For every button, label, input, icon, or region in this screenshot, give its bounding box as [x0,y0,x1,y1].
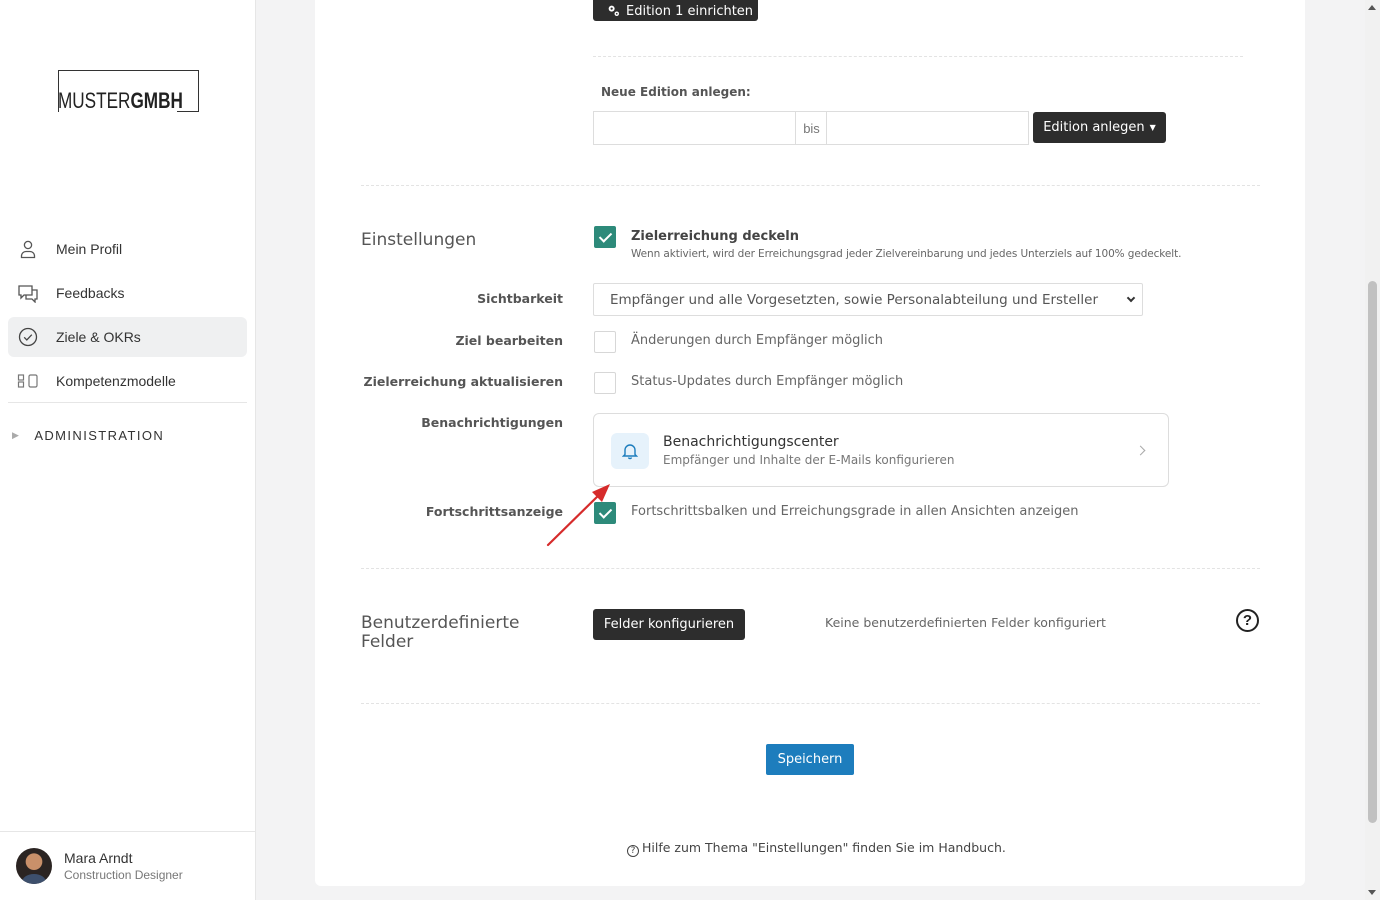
notification-center-title: Benachrichtigungscenter [663,434,839,450]
nav-item-kompetenzmodelle[interactable]: Kompetenzmodelle [8,361,247,401]
save-button[interactable]: Speichern [766,744,854,775]
create-edition-dropdown-button[interactable]: Edition anlegen ▼ [1033,112,1166,143]
scroll-down-icon[interactable] [1368,890,1376,895]
notification-center-card[interactable]: Benachrichtigungscenter Empfänger und In… [593,413,1169,487]
scrollbar-thumb[interactable] [1368,281,1377,823]
edit-goal-label: Ziel bearbeiten [455,333,563,348]
sidebar: MUSTERGMBH Mein Profil Feedbacks Ziele &… [0,0,256,900]
nav-item-mein-profil[interactable]: Mein Profil [8,229,247,269]
caret-right-icon: ▶ [12,430,21,440]
logo-text-bold: GMBH [130,88,183,113]
avatar [16,848,52,884]
divider [593,56,1243,57]
admin-section-toggle[interactable]: ▶ ADMINISTRATION [12,428,164,443]
logo-text-thin: MUSTER [58,88,131,113]
nav-item-feedbacks[interactable]: Feedbacks [8,273,247,313]
settings-section-title: Einstellungen [361,230,477,250]
edition-setup-button[interactable]: Edition 1 einrichten [593,0,758,21]
main-navigation: Mein Profil Feedbacks Ziele & OKRs Kompe… [8,229,247,403]
visibility-label: Sichtbarkeit [477,291,563,306]
edition-start-date-input[interactable] [593,111,796,145]
user-profile[interactable]: Mara Arndt Construction Designer [0,831,255,900]
user-role: Construction Designer [64,868,183,882]
update-progress-checkbox[interactable] [594,372,616,394]
user-name: Mara Arndt [64,850,133,866]
nav-item-label: Ziele & OKRs [56,329,141,345]
scrollbar[interactable] [1365,0,1380,900]
nav-item-label: Mein Profil [56,241,123,257]
help-circle-icon: ? [627,845,639,857]
admin-label: ADMINISTRATION [34,428,165,443]
visibility-select[interactable]: Empfänger und alle Vorgesetzten, sowie P… [593,283,1143,316]
divider [361,703,1260,704]
new-edition-label: Neue Edition anlegen: [601,85,751,99]
nav-item-label: Feedbacks [56,285,125,301]
progress-display-text: Fortschrittsbalken und Erreichungsgrade … [631,504,1079,519]
custom-fields-title-line1: Benutzerdefinierte [361,613,520,633]
cap-goal-title: Zielerreichung deckeln [631,229,800,244]
handbook-help-link[interactable]: ? Hilfe zum Thema "Einstellungen" finden … [627,840,1006,857]
custom-fields-title: Benutzerdefinierte Felder [361,614,519,652]
help-icon[interactable]: ? [1236,609,1259,632]
cap-goal-description: Wenn aktiviert, wird der Erreichungsgrad… [631,248,1182,260]
divider [361,185,1260,186]
nav-item-label: Kompetenzmodelle [56,373,176,389]
edit-goal-checkbox[interactable] [594,331,616,353]
progress-display-label: Fortschrittsanzeige [425,504,563,519]
visibility-selected-value: Empfänger und alle Vorgesetzten, sowie P… [610,291,1099,308]
competency-model-icon [16,369,40,393]
chevron-down-icon [1126,293,1136,303]
company-logo: MUSTERGMBH [58,70,199,113]
bis-addon: bis [796,111,827,145]
no-custom-fields-text: Keine benutzerdefinierten Felder konfigu… [825,615,1106,630]
caret-down-icon: ▼ [1149,123,1156,132]
bell-icon [611,433,649,469]
edition-end-date-input[interactable] [826,111,1029,145]
edition-setup-label: Edition 1 einrichten [626,4,754,19]
divider [361,568,1260,569]
gears-icon [607,4,620,17]
edit-goal-text: Änderungen durch Empfänger möglich [631,333,884,348]
notification-center-subtitle: Empfänger und Inhalte der E-Mails konfig… [663,453,955,467]
chevron-right-icon [1135,445,1146,456]
update-progress-label: Zielerreichung aktualisieren [363,374,563,389]
nav-divider [8,402,247,403]
notifications-label: Benachrichtigungen [421,415,563,430]
settings-card: Edition 1 einrichten Neue Edition anlege… [315,0,1305,886]
user-icon [16,237,40,261]
custom-fields-title-line2: Felder [361,632,414,652]
check-circle-icon [16,325,40,349]
chat-bubbles-icon [16,281,40,305]
update-progress-text: Status-Updates durch Empfänger möglich [631,374,904,389]
handbook-help-text: Hilfe zum Thema "Einstellungen" finden S… [642,840,1006,855]
cap-goal-checkbox[interactable] [594,226,616,248]
create-edition-label: Edition anlegen [1043,120,1145,135]
configure-fields-button[interactable]: Felder konfigurieren [593,609,745,640]
scroll-up-icon[interactable] [1368,5,1376,10]
progress-display-checkbox[interactable] [594,502,616,524]
nav-item-ziele-okrs[interactable]: Ziele & OKRs [8,317,247,357]
